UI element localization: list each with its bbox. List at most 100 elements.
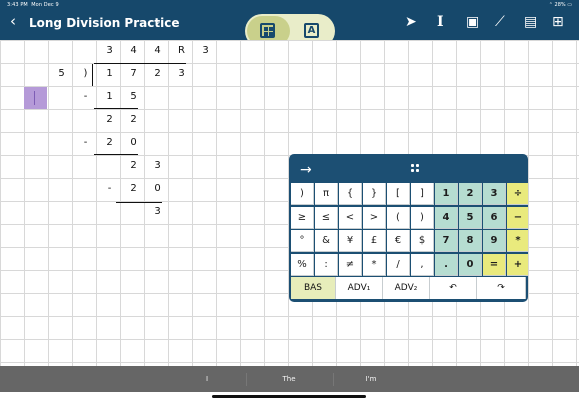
key-2-3[interactable]: £ — [363, 230, 386, 252]
grid-tool-icon[interactable] — [260, 23, 275, 38]
worksheet-cell[interactable] — [194, 132, 217, 154]
key-3-7[interactable]: 0 — [459, 253, 482, 276]
key-2-1[interactable]: & — [315, 230, 338, 252]
key-0-0[interactable]: ) — [291, 183, 314, 205]
key-1-8[interactable]: 6 — [483, 206, 506, 229]
worksheet-cell[interactable] — [170, 155, 193, 177]
worksheet-cell[interactable]: 3 — [194, 40, 217, 62]
worksheet-cell[interactable] — [194, 201, 217, 223]
worksheet-cell[interactable]: R — [170, 40, 193, 62]
worksheet-cell[interactable] — [194, 155, 217, 177]
key-3-0[interactable]: % — [291, 253, 314, 276]
worksheet-cell[interactable] — [194, 86, 217, 108]
key-1-3[interactable]: > — [363, 206, 386, 229]
worksheet-cell[interactable]: - — [74, 132, 97, 154]
undo-icon[interactable]: ↶ — [430, 277, 477, 299]
worksheet-cell[interactable]: 0 — [146, 178, 169, 200]
worksheet-cell[interactable]: 2 — [122, 178, 145, 200]
drag-handle-icon[interactable] — [411, 164, 419, 174]
key-2-6[interactable]: 7 — [435, 230, 458, 252]
key-0-8[interactable]: 3 — [483, 183, 506, 205]
worksheet-cell[interactable]: - — [74, 86, 97, 108]
worksheet-cell[interactable] — [26, 178, 49, 200]
worksheet-cell[interactable]: 1 — [98, 86, 121, 108]
key-2-9[interactable]: * — [507, 230, 528, 252]
suggestion-1[interactable]: I — [206, 375, 208, 383]
worksheet-cell[interactable] — [146, 109, 169, 131]
worksheet-cell[interactable] — [194, 109, 217, 131]
worksheet-cell[interactable]: 3 — [98, 40, 121, 62]
worksheet-cell[interactable] — [170, 132, 193, 154]
worksheet-cell[interactable] — [194, 63, 217, 85]
key-0-4[interactable]: [ — [387, 183, 410, 205]
suggestion-2[interactable]: The — [282, 375, 295, 383]
key-0-6[interactable]: 1 — [435, 183, 458, 205]
key-3-8[interactable]: = — [483, 253, 506, 276]
key-1-4[interactable]: ( — [387, 206, 410, 229]
worksheet-cell[interactable] — [74, 155, 97, 177]
key-3-6[interactable]: . — [435, 253, 458, 276]
worksheet-cell[interactable]: - — [98, 178, 121, 200]
worksheet-cell[interactable] — [26, 86, 49, 108]
worksheet-cell[interactable] — [2, 109, 25, 131]
key-2-0[interactable]: ° — [291, 230, 314, 252]
worksheet-cell[interactable]: 5 — [122, 86, 145, 108]
worksheet-cell[interactable] — [26, 201, 49, 223]
worksheet-cell[interactable] — [2, 63, 25, 85]
worksheet-cell[interactable] — [2, 40, 25, 62]
key-1-6[interactable]: 4 — [435, 206, 458, 229]
worksheet-cell[interactable]: 2 — [122, 109, 145, 131]
worksheet-cell[interactable] — [146, 132, 169, 154]
keyboard-mode-1[interactable]: ADV₁ — [336, 277, 383, 299]
worksheet-cell[interactable] — [170, 86, 193, 108]
key-0-1[interactable]: π — [315, 183, 338, 205]
worksheet-cell[interactable]: 0 — [122, 132, 145, 154]
worksheet-cell[interactable] — [50, 178, 73, 200]
worksheet-cell[interactable]: 3 — [146, 201, 169, 223]
worksheet-cell[interactable] — [74, 109, 97, 131]
worksheet-cell[interactable] — [2, 178, 25, 200]
worksheet-cell[interactable] — [26, 132, 49, 154]
worksheet-cell[interactable] — [98, 201, 121, 223]
worksheet-cell[interactable]: 2 — [146, 63, 169, 85]
key-3-4[interactable]: / — [387, 253, 410, 276]
worksheet-cell[interactable] — [50, 86, 73, 108]
worksheet-cell[interactable] — [26, 155, 49, 177]
worksheet-cell[interactable] — [26, 63, 49, 85]
connector-icon[interactable]: ⟋ — [495, 15, 505, 29]
worksheet-cell[interactable] — [2, 86, 25, 108]
worksheet-cell[interactable] — [26, 40, 49, 62]
key-0-5[interactable]: ] — [411, 183, 434, 205]
chevron-down-icon[interactable]: ⌄ — [154, 17, 162, 27]
worksheet-cell[interactable] — [170, 178, 193, 200]
key-1-0[interactable]: ≥ — [291, 206, 314, 229]
key-2-4[interactable]: € — [387, 230, 410, 252]
worksheet-cell[interactable]: 2 — [98, 109, 121, 131]
worksheet-cell[interactable] — [50, 109, 73, 131]
worksheet-cell[interactable] — [2, 155, 25, 177]
key-1-9[interactable]: − — [507, 206, 528, 229]
key-2-8[interactable]: 9 — [483, 230, 506, 252]
worksheet-cell[interactable] — [146, 86, 169, 108]
worksheet-cell[interactable] — [50, 40, 73, 62]
arrow-right-icon[interactable]: → — [300, 162, 312, 178]
key-3-1[interactable]: : — [315, 253, 338, 276]
text-cursor-icon[interactable]: I — [437, 15, 444, 29]
worksheet-cell[interactable]: ) — [74, 63, 97, 85]
key-1-7[interactable]: 5 — [459, 206, 482, 229]
key-3-2[interactable]: ≠ — [339, 253, 362, 276]
worksheet-cell[interactable]: 3 — [170, 63, 193, 85]
key-0-2[interactable]: { — [339, 183, 362, 205]
key-0-3[interactable]: } — [363, 183, 386, 205]
worksheet-cell[interactable] — [74, 40, 97, 62]
pointer-icon[interactable]: ➤ — [405, 15, 417, 29]
key-1-5[interactable]: ) — [411, 206, 434, 229]
worksheet-cell[interactable] — [50, 155, 73, 177]
worksheet-cell[interactable]: 4 — [146, 40, 169, 62]
worksheet-cell[interactable] — [170, 109, 193, 131]
comment-icon[interactable]: ▤ — [524, 15, 537, 29]
worksheet-cell[interactable]: 2 — [122, 155, 145, 177]
worksheet-cell[interactable] — [122, 201, 145, 223]
redo-icon[interactable]: ↷ — [477, 277, 526, 299]
keyboard-mode-0[interactable]: BAS — [291, 277, 336, 299]
